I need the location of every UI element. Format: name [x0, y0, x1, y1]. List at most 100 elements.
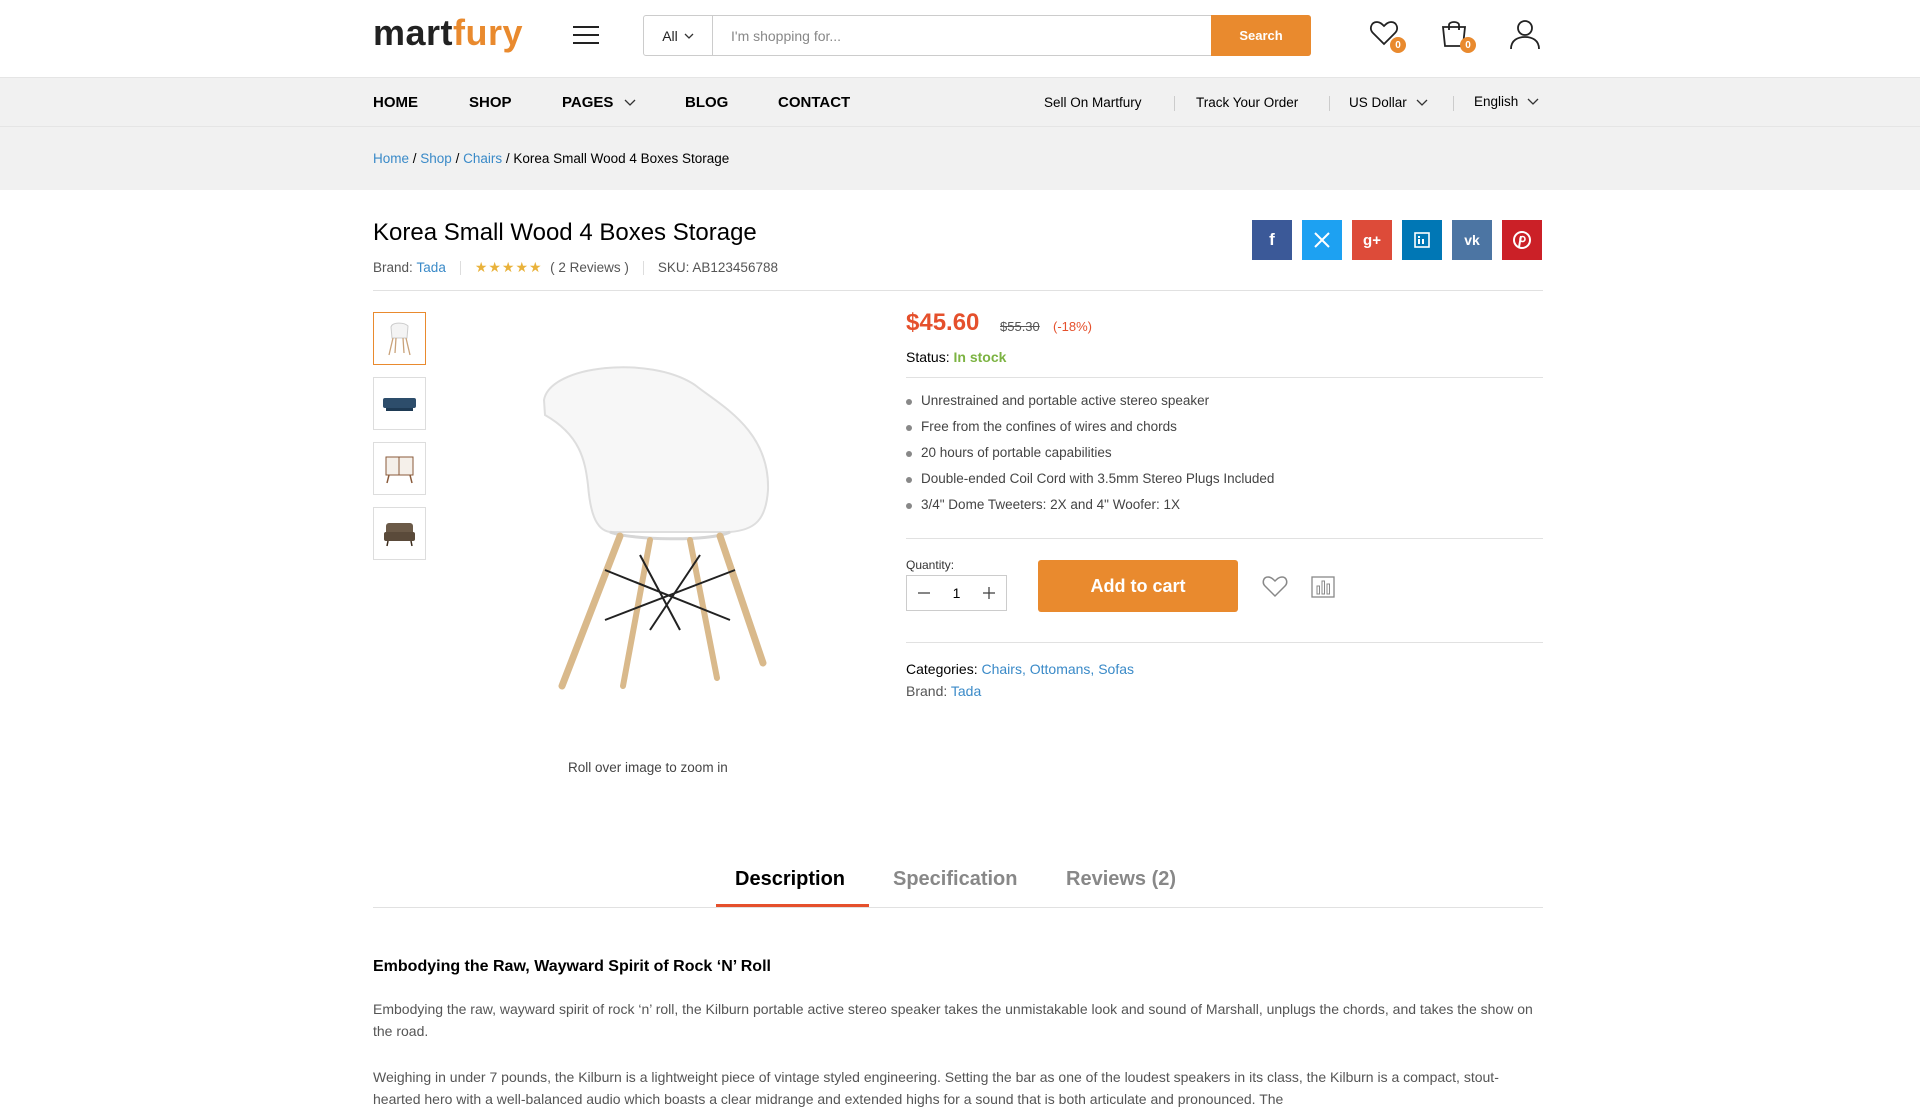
- quantity-value[interactable]: 1: [953, 585, 961, 601]
- add-to-wishlist-button[interactable]: [1262, 574, 1288, 603]
- divider: [906, 377, 1543, 378]
- zoom-hint: Roll over image to zoom in: [568, 760, 728, 775]
- site-header: martfury All Search 0 0: [0, 0, 1920, 77]
- breadcrumb-bar: Home / Shop / Chairs / Korea Small Wood …: [0, 127, 1920, 190]
- thumbnail-chair[interactable]: [373, 312, 426, 365]
- cart-button[interactable]: 0: [1438, 17, 1476, 53]
- breadcrumb-home[interactable]: Home: [373, 151, 409, 166]
- meta-divider: [459, 260, 461, 275]
- chevron-down-icon: [624, 99, 636, 106]
- brand-link[interactable]: Tada: [951, 683, 981, 699]
- chevron-down-icon: [684, 33, 694, 39]
- thumbnail-cabinet[interactable]: [373, 442, 426, 495]
- vk-icon: vk: [1464, 232, 1480, 248]
- chevron-down-icon: [1527, 98, 1539, 105]
- nav-divider: [1453, 96, 1454, 111]
- language-label: English: [1474, 94, 1519, 109]
- rating-stars: ★★★★★: [474, 259, 543, 275]
- feature-item: 20 hours of portable capabilities: [906, 445, 1274, 471]
- tab-description[interactable]: Description: [735, 868, 845, 891]
- wishlist-button[interactable]: 0: [1368, 17, 1406, 53]
- plus-icon[interactable]: [982, 586, 996, 600]
- account-button[interactable]: [1508, 17, 1542, 51]
- pinterest-share-button[interactable]: [1502, 220, 1542, 260]
- add-to-cart-button[interactable]: Add to cart: [1038, 560, 1238, 612]
- tabs-divider: [373, 907, 1543, 908]
- search-bar: All Search: [643, 15, 1311, 56]
- logo[interactable]: martfury: [373, 12, 523, 54]
- quantity-label: Quantity:: [906, 558, 955, 572]
- tab-reviews[interactable]: Reviews (2): [1066, 868, 1176, 891]
- categories-label: Categories:: [906, 661, 978, 677]
- sale-price: $45.60: [906, 309, 980, 336]
- twitter-share-button[interactable]: [1302, 220, 1342, 260]
- description-paragraph: Embodying the raw, wayward spirit of roc…: [373, 1001, 1533, 1039]
- wishlist-count-badge: 0: [1390, 37, 1406, 53]
- original-price: $55.30: [1000, 319, 1040, 334]
- nav-item-home[interactable]: HOME: [373, 94, 418, 111]
- brand-info: Brand: Tada: [906, 683, 981, 699]
- search-input[interactable]: [713, 16, 1211, 55]
- track-order-link[interactable]: Track Your Order: [1196, 95, 1298, 110]
- nav-item-pages[interactable]: PAGES: [562, 94, 636, 111]
- nav-item-contact[interactable]: CONTACT: [778, 94, 850, 111]
- thumbnail-armchair[interactable]: [373, 507, 426, 560]
- breadcrumb-shop[interactable]: Shop: [420, 151, 452, 166]
- cabinet-thumbnail-image: [385, 456, 414, 484]
- active-tab-indicator: [716, 904, 869, 907]
- product-title: Korea Small Wood 4 Boxes Storage: [373, 219, 757, 246]
- nav-divider: [1174, 96, 1175, 111]
- nav-item-blog[interactable]: BLOG: [685, 94, 728, 111]
- sku: SKU: AB123456788: [657, 260, 778, 275]
- category-link[interactable]: Chairs,: [981, 661, 1025, 677]
- search-category-label: All: [662, 27, 678, 44]
- stock-status: Status: In stock: [906, 349, 1006, 365]
- brand-link[interactable]: Tada: [417, 260, 446, 275]
- category-link[interactable]: Ottomans,: [1030, 661, 1095, 677]
- chevron-down-icon: [1416, 99, 1427, 106]
- language-select[interactable]: English: [1474, 94, 1539, 109]
- tab-specification[interactable]: Specification: [893, 868, 1017, 891]
- linkedin-share-button[interactable]: [1402, 220, 1442, 260]
- armchair-thumbnail-image: [384, 523, 415, 547]
- description-heading: Embodying the Raw, Wayward Spirit of Roc…: [373, 958, 771, 975]
- menu-icon[interactable]: [573, 26, 599, 46]
- minus-icon[interactable]: [917, 586, 931, 600]
- currency-label: US Dollar: [1349, 95, 1407, 110]
- linkedin-icon: [1414, 232, 1430, 248]
- user-icon: [1510, 20, 1540, 50]
- reviews-link[interactable]: ( 2 Reviews ): [550, 260, 629, 275]
- breadcrumb: Home / Shop / Chairs / Korea Small Wood …: [373, 151, 730, 166]
- feature-list: Unrestrained and portable active stereo …: [906, 393, 1274, 523]
- nav-divider: [1329, 96, 1330, 111]
- bar-chart-icon: [1311, 576, 1335, 598]
- category-link[interactable]: Sofas: [1098, 661, 1134, 677]
- feature-item: 3/4" Dome Tweeters: 2X and 4" Woofer: 1X: [906, 497, 1274, 523]
- quantity-stepper: 1: [906, 575, 1007, 611]
- google-plus-share-button[interactable]: g+: [1352, 220, 1392, 260]
- currency-select[interactable]: US Dollar: [1349, 95, 1428, 110]
- search-button[interactable]: Search: [1211, 15, 1311, 56]
- facebook-share-button[interactable]: f: [1252, 220, 1292, 260]
- sell-on-link[interactable]: Sell On Martfury: [1044, 95, 1142, 110]
- stock-status-label: Status:: [906, 349, 950, 365]
- breadcrumb-current: Korea Small Wood 4 Boxes Storage: [513, 151, 730, 166]
- compare-button[interactable]: [1311, 576, 1335, 603]
- brand-label: Brand:: [373, 260, 413, 275]
- nav-item-pages-label: PAGES: [562, 94, 614, 111]
- sofa-thumbnail-image: [383, 398, 416, 411]
- categories: Categories: Chairs, Ottomans, Sofas: [906, 661, 1134, 677]
- search-category-select[interactable]: All: [644, 16, 713, 55]
- divider: [373, 290, 1543, 291]
- main-nav: HOME SHOP PAGES BLOG CONTACT Sell On Mar…: [0, 77, 1920, 127]
- discount-badge: (-18%): [1053, 319, 1093, 334]
- product-main-image[interactable]: [530, 360, 790, 700]
- product-meta: Brand: Tada ★★★★★ ( 2 Reviews ) SKU: AB1…: [373, 259, 778, 276]
- vk-share-button[interactable]: vk: [1452, 220, 1492, 260]
- breadcrumb-chairs[interactable]: Chairs: [463, 151, 502, 166]
- thumbnail-sofa[interactable]: [373, 377, 426, 430]
- nav-item-shop[interactable]: SHOP: [469, 94, 512, 111]
- description-paragraph: Weighing in under 7 pounds, the Kilburn …: [373, 1069, 1499, 1107]
- google-plus-icon: g+: [1363, 231, 1381, 249]
- brand-label: Brand:: [906, 683, 948, 699]
